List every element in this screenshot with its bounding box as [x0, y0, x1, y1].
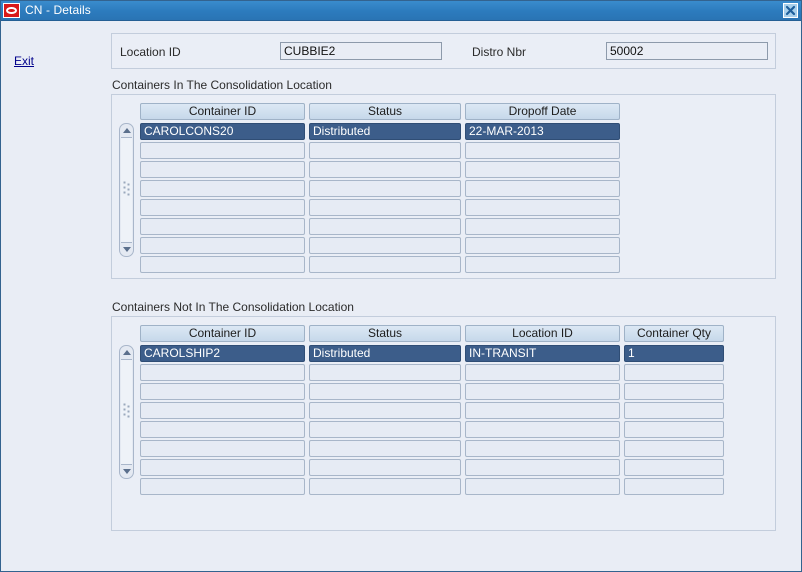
- table-cell[interactable]: [465, 218, 620, 235]
- table-cell[interactable]: 22-MAR-2013: [465, 123, 620, 140]
- table-cell[interactable]: [624, 383, 724, 400]
- table-cell[interactable]: [309, 256, 461, 273]
- form-canvas: Exit Location ID CUBBIE2 Distro Nbr 5000…: [1, 21, 801, 571]
- scroll-up-arrow-icon[interactable]: [120, 346, 133, 359]
- table-cell[interactable]: [140, 402, 305, 419]
- section-caption-consolidation-not-in: Containers Not In The Consolidation Loca…: [112, 300, 354, 314]
- table-cell[interactable]: [465, 142, 620, 159]
- table-cell[interactable]: [140, 218, 305, 235]
- table-cell[interactable]: [140, 256, 305, 273]
- column-header-container-id[interactable]: Container ID: [140, 325, 305, 342]
- column-header-location-id[interactable]: Location ID: [465, 325, 620, 342]
- table-cell[interactable]: [465, 402, 620, 419]
- table-cell[interactable]: [465, 440, 620, 457]
- column-header-dropoff-date[interactable]: Dropoff Date: [465, 103, 620, 120]
- table-cell[interactable]: [465, 421, 620, 438]
- table-scrollbar-containers-in[interactable]: [119, 123, 134, 257]
- scroll-down-arrow-icon[interactable]: [120, 465, 133, 478]
- table-cell[interactable]: [465, 364, 620, 381]
- table-panel-containers-in: Container ID Status Dropoff Date CAROLCO…: [111, 94, 776, 279]
- table-cell[interactable]: [140, 383, 305, 400]
- table-cell[interactable]: [624, 440, 724, 457]
- table-cell[interactable]: [309, 180, 461, 197]
- table-cell[interactable]: [140, 199, 305, 216]
- table-cell[interactable]: Distributed: [309, 345, 461, 362]
- window-title: CN - Details: [25, 3, 91, 17]
- table-cell[interactable]: Distributed: [309, 123, 461, 140]
- distro-nbr-label: Distro Nbr: [472, 45, 527, 59]
- table-cell[interactable]: [624, 364, 724, 381]
- column-header-status[interactable]: Status: [309, 325, 461, 342]
- location-id-field[interactable]: CUBBIE2: [280, 42, 442, 60]
- table-panel-containers-not-in: Container ID Status Location ID Containe…: [111, 316, 776, 531]
- scrollbar-thumb[interactable]: [121, 359, 132, 465]
- table-cell[interactable]: [465, 256, 620, 273]
- table-cell[interactable]: [309, 161, 461, 178]
- table-cell[interactable]: [624, 478, 724, 495]
- table-cell[interactable]: [309, 218, 461, 235]
- oracle-logo-icon: [3, 3, 20, 18]
- title-bar: CN - Details: [1, 1, 801, 21]
- distro-nbr-field[interactable]: 50002: [606, 42, 768, 60]
- column-header-container-qty[interactable]: Container Qty: [624, 325, 724, 342]
- column-header-container-id[interactable]: Container ID: [140, 103, 305, 120]
- table-cell[interactable]: [465, 459, 620, 476]
- table-cell[interactable]: [465, 161, 620, 178]
- scroll-up-arrow-icon[interactable]: [120, 124, 133, 137]
- table-cell[interactable]: [309, 478, 461, 495]
- table-cell[interactable]: [624, 421, 724, 438]
- exit-link[interactable]: Exit: [14, 54, 34, 68]
- table-cell[interactable]: [140, 237, 305, 254]
- location-id-label: Location ID: [120, 45, 181, 59]
- table-cell[interactable]: [624, 402, 724, 419]
- header-panel: Location ID CUBBIE2 Distro Nbr 50002: [111, 33, 776, 69]
- table-cell[interactable]: [140, 142, 305, 159]
- application-window: CN - Details Exit Location ID CUBBIE2 Di…: [0, 0, 802, 572]
- section-caption-consolidation-in: Containers In The Consolidation Location: [112, 78, 332, 92]
- table-cell[interactable]: [140, 161, 305, 178]
- column-header-status[interactable]: Status: [309, 103, 461, 120]
- scrollbar-grip-icon: [123, 181, 130, 199]
- table-cell[interactable]: CAROLSHIP2: [140, 345, 305, 362]
- table-cell[interactable]: [309, 440, 461, 457]
- close-icon[interactable]: [783, 3, 798, 18]
- table-cell[interactable]: CAROLCONS20: [140, 123, 305, 140]
- table-cell[interactable]: [309, 383, 461, 400]
- table-cell[interactable]: [309, 142, 461, 159]
- table-cell[interactable]: IN-TRANSIT: [465, 345, 620, 362]
- scroll-down-arrow-icon[interactable]: [120, 243, 133, 256]
- table-cell[interactable]: [140, 459, 305, 476]
- table-cell[interactable]: [309, 199, 461, 216]
- table-scrollbar-containers-not-in[interactable]: [119, 345, 134, 479]
- table-cell[interactable]: [309, 237, 461, 254]
- table-cell[interactable]: [465, 180, 620, 197]
- table-cell[interactable]: [140, 440, 305, 457]
- table-cell[interactable]: [140, 364, 305, 381]
- table-cell[interactable]: [465, 383, 620, 400]
- table-cell[interactable]: [309, 459, 461, 476]
- table-cell[interactable]: [309, 402, 461, 419]
- table-cell[interactable]: [465, 199, 620, 216]
- table-cell[interactable]: [309, 421, 461, 438]
- table-cell[interactable]: 1: [624, 345, 724, 362]
- table-cell[interactable]: [624, 459, 724, 476]
- scrollbar-grip-icon: [123, 403, 130, 421]
- table-cell[interactable]: [465, 237, 620, 254]
- table-cell[interactable]: [140, 421, 305, 438]
- table-cell[interactable]: [140, 478, 305, 495]
- table-cell[interactable]: [309, 364, 461, 381]
- table-cell[interactable]: [140, 180, 305, 197]
- scrollbar-thumb[interactable]: [121, 137, 132, 243]
- table-cell[interactable]: [465, 478, 620, 495]
